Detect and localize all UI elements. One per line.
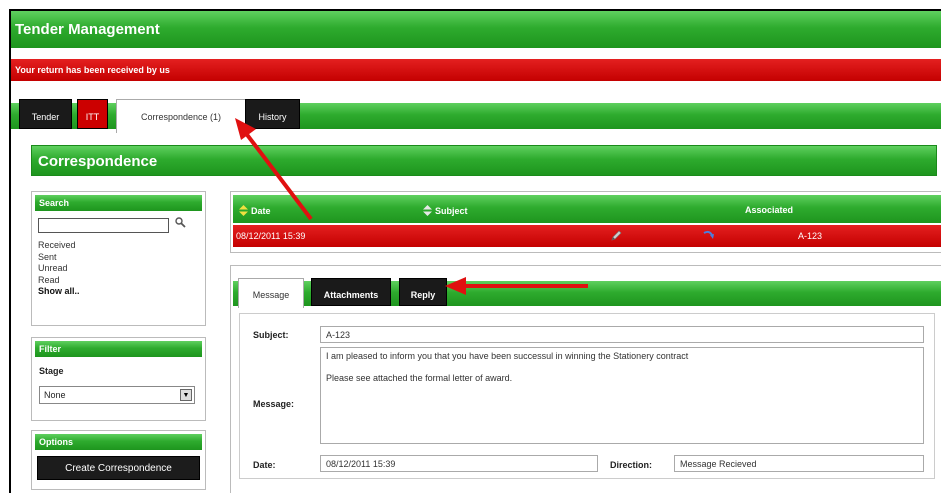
arrow-head-up	[235, 118, 256, 140]
arrow-to-correspondence-tab	[243, 130, 313, 221]
arrow-head-left	[445, 277, 466, 295]
annotation-arrows	[235, 118, 588, 295]
app-window: Tender Management Your return has been r…	[9, 9, 941, 493]
